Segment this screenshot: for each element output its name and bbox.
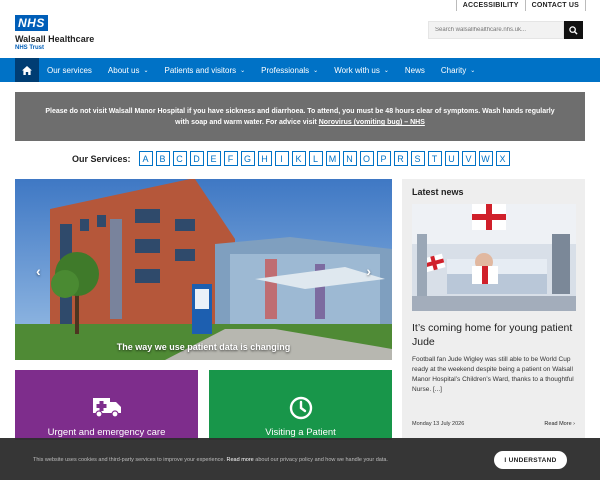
visiting-patient-tile[interactable]: Visiting a Patient <box>209 370 392 440</box>
contact-us-link[interactable]: CONTACT US <box>526 0 586 11</box>
service-letter-h[interactable]: H <box>257 151 272 166</box>
service-letter-n[interactable]: N <box>342 151 357 166</box>
home-icon <box>22 65 32 75</box>
latest-news-heading: Latest news <box>412 187 464 197</box>
nhs-badge: NHS <box>15 15 48 31</box>
nav-news[interactable]: News <box>397 58 433 82</box>
search-icon <box>569 25 578 35</box>
urgent-care-label: Urgent and emergency care <box>47 427 166 438</box>
service-letter-s[interactable]: S <box>410 151 425 166</box>
nav-charity[interactable]: Charity ⌄ <box>433 58 483 82</box>
visiting-patient-label: Visiting a Patient <box>265 427 336 438</box>
hospital-building-image <box>15 179 392 360</box>
search-button[interactable] <box>564 21 583 39</box>
cookie-text: This website uses cookies and third-part… <box>33 457 388 463</box>
service-letter-p[interactable]: P <box>376 151 391 166</box>
nav-patients-visitors[interactable]: Patients and visitors ⌄ <box>157 58 254 82</box>
alert-text: Please do not visit Walsall Manor Hospit… <box>45 108 555 126</box>
cookie-text-after: about our privacy policy and how we hand… <box>253 457 388 463</box>
norovirus-link[interactable]: Norovirus (vomiting bug) – NHS <box>319 119 425 126</box>
search-form <box>428 21 583 39</box>
service-letter-a[interactable]: A <box>138 151 153 166</box>
hero-caption[interactable]: The way we use patient data is changing <box>15 342 392 352</box>
nav-professionals[interactable]: Professionals ⌄ <box>253 58 326 82</box>
news-excerpt: Football fan Jude Wigley was still able … <box>412 356 574 393</box>
cookie-banner: This website uses cookies and third-part… <box>0 438 600 480</box>
service-letter-k[interactable]: K <box>291 151 306 166</box>
home-button[interactable] <box>15 58 39 82</box>
norovirus-alert: Please do not visit Walsall Manor Hospit… <box>15 92 585 141</box>
nav-our-services[interactable]: Our services <box>39 58 100 82</box>
services-label: Our Services: <box>72 153 131 164</box>
service-letter-u[interactable]: U <box>444 151 459 166</box>
news-title[interactable]: It’s coming home for young patient Jude <box>412 321 578 349</box>
service-letter-g[interactable]: G <box>240 151 255 166</box>
nav-label: Patients and visitors <box>164 65 237 75</box>
news-date: Monday 13 July 2026 <box>412 421 465 427</box>
nav-about-us[interactable]: About us ⌄ <box>100 58 157 82</box>
service-letter-m[interactable]: M <box>325 151 340 166</box>
chevron-down-icon: ⌄ <box>240 67 246 74</box>
service-letter-l[interactable]: L <box>308 151 323 166</box>
chevron-down-icon: ⌄ <box>143 67 149 74</box>
hospital-ward-image <box>412 204 576 311</box>
service-letter-i[interactable]: I <box>274 151 289 166</box>
service-letter-o[interactable]: O <box>359 151 374 166</box>
org-subtitle: NHS Trust <box>15 45 45 51</box>
service-letter-v[interactable]: V <box>461 151 476 166</box>
clock-icon <box>289 396 312 420</box>
accessibility-link[interactable]: ACCESSIBILITY <box>455 0 526 11</box>
urgent-care-tile[interactable]: Urgent and emergency care <box>15 370 198 440</box>
chevron-down-icon: ⌄ <box>383 67 389 74</box>
nav-label: News <box>404 65 425 75</box>
hero-carousel[interactable]: ‹ › The way we use patient data is chang… <box>15 179 392 360</box>
nav-label: Our services <box>47 65 92 75</box>
news-image[interactable] <box>412 204 576 311</box>
cookie-text-before: This website uses cookies and third-part… <box>33 457 227 463</box>
service-letter-w[interactable]: W <box>478 151 493 166</box>
cookie-read-more-link[interactable]: Read more <box>227 457 254 463</box>
carousel-prev-button[interactable]: ‹ <box>36 263 41 279</box>
search-input[interactable] <box>428 21 564 39</box>
services-az: Our Services: A B C D E F G H I K L M N … <box>72 150 513 167</box>
service-letter-x[interactable]: X <box>495 151 510 166</box>
nhs-logo[interactable]: NHS Walsall Healthcare NHS Trust <box>15 14 94 51</box>
accept-cookies-button[interactable]: I UNDERSTAND <box>494 451 567 469</box>
site-header: NHS Walsall Healthcare NHS Trust ACCESSI… <box>0 0 600 58</box>
main-nav: Our services About us ⌄ Patients and visi… <box>0 58 600 82</box>
service-letter-e[interactable]: E <box>206 151 221 166</box>
nav-work-with-us[interactable]: Work with us ⌄ <box>326 58 397 82</box>
nav-label: Professionals <box>261 65 310 75</box>
service-letter-b[interactable]: B <box>155 151 170 166</box>
nav-label: About us <box>107 65 140 75</box>
service-letter-t[interactable]: T <box>427 151 442 166</box>
nav-label: Work with us <box>334 65 380 75</box>
service-letter-d[interactable]: D <box>189 151 204 166</box>
latest-news-panel: Latest news It’s coming home for young p… <box>402 179 585 438</box>
nav-label: Charity <box>440 65 467 75</box>
org-name: Walsall Healthcare <box>15 34 95 44</box>
chevron-down-icon: ⌄ <box>313 67 319 74</box>
service-letter-r[interactable]: R <box>393 151 408 166</box>
service-letter-f[interactable]: F <box>223 151 238 166</box>
service-letter-c[interactable]: C <box>172 151 187 166</box>
utility-links: ACCESSIBILITY CONTACT US <box>455 0 586 11</box>
read-more-link[interactable]: Read More › <box>544 421 575 427</box>
carousel-next-button[interactable]: › <box>366 263 371 279</box>
ambulance-icon <box>92 398 121 418</box>
chevron-down-icon: ⌄ <box>470 67 476 74</box>
